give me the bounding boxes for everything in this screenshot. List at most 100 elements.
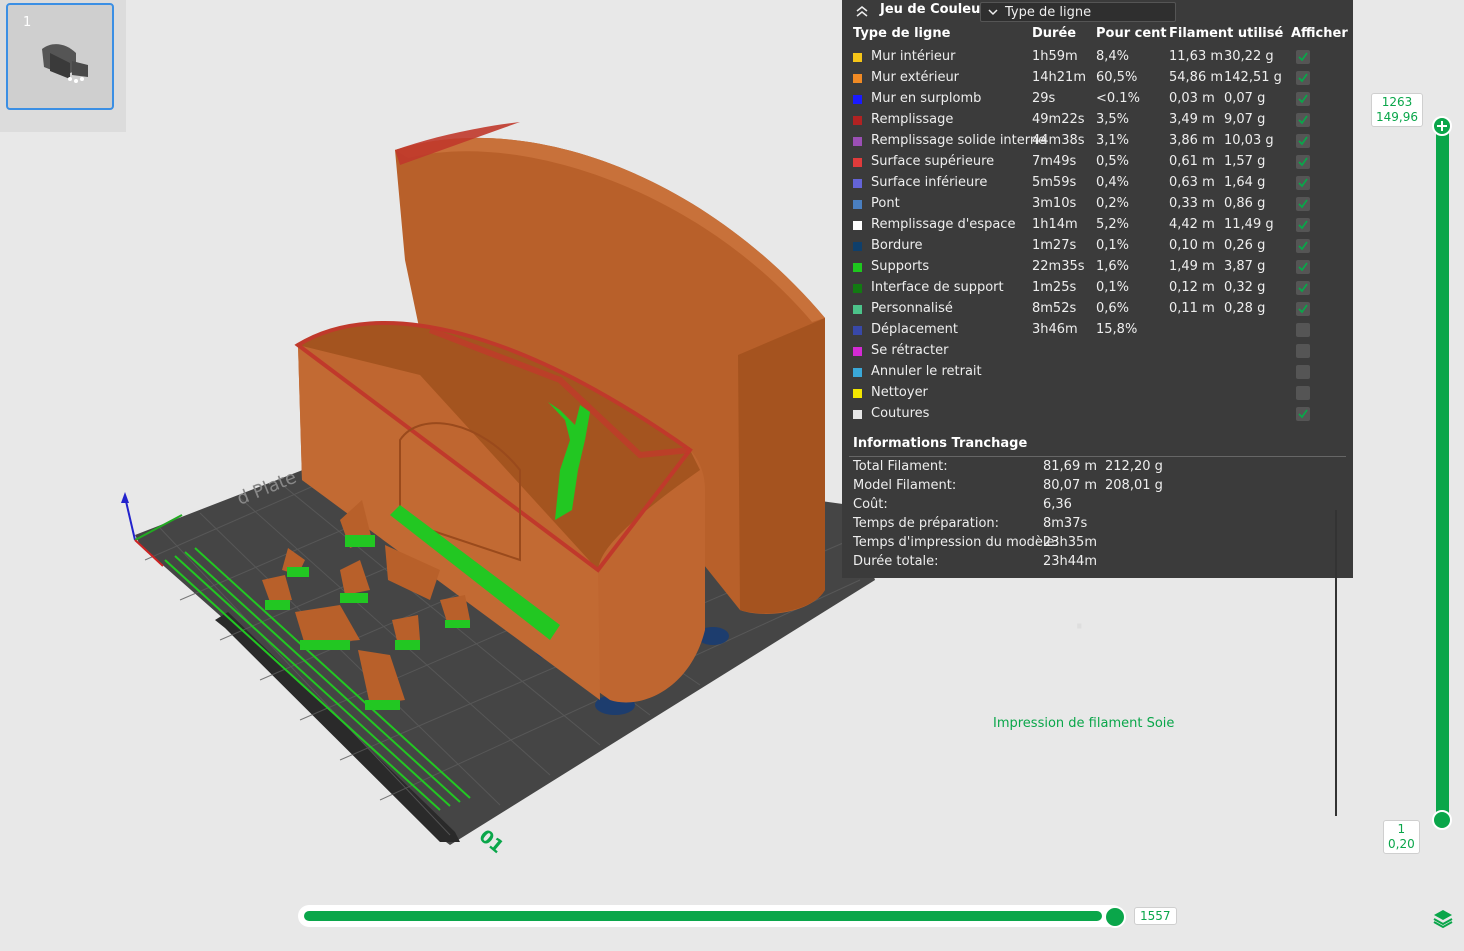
legend-title: Jeu de Couleur bbox=[880, 2, 987, 17]
show-checkbox[interactable] bbox=[1296, 218, 1310, 232]
collapse-icon[interactable] bbox=[855, 4, 869, 18]
show-checkbox[interactable] bbox=[1296, 323, 1310, 337]
checkmark-icon bbox=[1298, 304, 1308, 314]
show-checkbox[interactable] bbox=[1296, 407, 1310, 421]
checkmark-icon bbox=[1298, 157, 1308, 167]
plate-list-panel: 1 bbox=[0, 0, 126, 132]
show-checkbox[interactable] bbox=[1296, 134, 1310, 148]
info-value-1: 80,07 m bbox=[1043, 478, 1098, 493]
plus-icon bbox=[1437, 121, 1447, 131]
color-swatch bbox=[853, 53, 862, 62]
top-layer-height: 149,96 bbox=[1376, 110, 1418, 124]
info-value-1: 23h44m bbox=[1043, 554, 1097, 569]
line-type-name: Se rétracter bbox=[871, 343, 949, 358]
legend-row: Remplissage solide interne 44m38s 3,1% 3,86… bbox=[842, 131, 1353, 152]
checkmark-icon bbox=[1298, 262, 1308, 272]
info-label: Total Filament: bbox=[853, 459, 948, 474]
color-swatch bbox=[853, 347, 862, 356]
top-layer-number: 1263 bbox=[1381, 95, 1413, 109]
legend-row: Interface de support 1m25s 0,1% 0,12 m 0,32 … bbox=[842, 278, 1353, 299]
line-type-name: Remplissage bbox=[871, 112, 954, 127]
show-checkbox[interactable] bbox=[1296, 71, 1310, 85]
show-checkbox[interactable] bbox=[1296, 386, 1310, 400]
info-label: Model Filament: bbox=[853, 478, 957, 493]
color-swatch bbox=[853, 179, 862, 188]
legend-row: Supports 22m35s 1,6% 1,49 m 3,87 g bbox=[842, 257, 1353, 278]
checkmark-icon bbox=[1298, 115, 1308, 125]
show-checkbox[interactable] bbox=[1296, 197, 1310, 211]
line-type-name: Surface inférieure bbox=[871, 175, 988, 190]
filament-weight-value: 0,07 g bbox=[1224, 91, 1266, 106]
show-checkbox[interactable] bbox=[1296, 239, 1310, 253]
line-type-name: Surface supérieure bbox=[871, 154, 995, 169]
info-value-1: 6,36 bbox=[1043, 497, 1072, 512]
duration-value: 5m59s bbox=[1032, 175, 1077, 190]
layer-range-slider[interactable] bbox=[1436, 118, 1449, 824]
filament-weight-value: 3,87 g bbox=[1224, 259, 1266, 274]
duration-value: 22m35s bbox=[1032, 259, 1085, 274]
duration-value: 44m38s bbox=[1032, 133, 1085, 148]
info-value-2: 212,20 g bbox=[1105, 459, 1163, 474]
filament-weight-value: 0,28 g bbox=[1224, 301, 1266, 316]
color-swatch bbox=[853, 305, 862, 314]
show-checkbox[interactable] bbox=[1296, 50, 1310, 64]
slicing-info-row: Temps d'impression du modèle: 23h35m bbox=[842, 535, 1353, 554]
info-label: Temps d'impression du modèle: bbox=[853, 535, 1059, 550]
line-type-name: Annuler le retrait bbox=[871, 364, 982, 379]
filament-length-value: 11,63 m bbox=[1169, 49, 1224, 64]
move-slider[interactable] bbox=[298, 905, 1124, 927]
color-swatch bbox=[853, 158, 862, 167]
view-mode-value: Type de ligne bbox=[1005, 5, 1092, 20]
bottom-layer-handle[interactable] bbox=[1432, 810, 1452, 830]
filament-length-value: 0,63 m bbox=[1169, 175, 1215, 190]
slicing-info-row: Temps de préparation: 8m37s bbox=[842, 516, 1353, 535]
filament-weight-value: 1,57 g bbox=[1224, 154, 1266, 169]
show-checkbox[interactable] bbox=[1296, 344, 1310, 358]
column-header-duration: Durée bbox=[1032, 26, 1077, 41]
duration-value: 1h59m bbox=[1032, 49, 1078, 64]
show-checkbox[interactable] bbox=[1296, 176, 1310, 190]
show-checkbox[interactable] bbox=[1296, 92, 1310, 106]
slider-guide-line bbox=[1335, 510, 1337, 816]
checkmark-icon bbox=[1298, 283, 1308, 293]
line-type-name: Remplissage d'espace bbox=[871, 217, 1016, 232]
filament-length-value: 3,86 m bbox=[1169, 133, 1215, 148]
line-type-name: Supports bbox=[871, 259, 930, 274]
column-header-show: Afficher bbox=[1291, 26, 1348, 41]
slicing-info-row: Coût: 6,36 bbox=[842, 497, 1353, 516]
line-type-name: Pont bbox=[871, 196, 900, 211]
show-checkbox[interactable] bbox=[1296, 155, 1310, 169]
show-checkbox[interactable] bbox=[1296, 260, 1310, 274]
show-checkbox[interactable] bbox=[1296, 113, 1310, 127]
legend-row: Déplacement 3h46m 15,8% bbox=[842, 320, 1353, 341]
info-value-1: 81,69 m bbox=[1043, 459, 1098, 474]
percent-value: 0,6% bbox=[1096, 301, 1130, 316]
legend-row: Mur extérieur 14h21m 60,5% 54,86 m 142,51 g bbox=[842, 68, 1353, 89]
view-mode-select[interactable]: Type de ligne bbox=[980, 2, 1176, 22]
show-checkbox[interactable] bbox=[1296, 365, 1310, 379]
show-checkbox[interactable] bbox=[1296, 281, 1310, 295]
legend-row: Surface supérieure 7m49s 0,5% 0,61 m 1,57 g bbox=[842, 152, 1353, 173]
checkmark-icon bbox=[1298, 241, 1308, 251]
checkmark-icon bbox=[1298, 136, 1308, 146]
top-layer-handle[interactable] bbox=[1432, 116, 1452, 136]
filament-weight-value: 0,32 g bbox=[1224, 280, 1266, 295]
color-swatch bbox=[853, 95, 862, 104]
legend-row: Coutures bbox=[842, 404, 1353, 425]
line-type-name: Interface de support bbox=[871, 280, 1004, 295]
filament-length-value: 0,12 m bbox=[1169, 280, 1215, 295]
move-slider-handle[interactable] bbox=[1104, 906, 1126, 928]
column-header-line-type: Type de ligne bbox=[853, 26, 951, 41]
duration-value: 1m25s bbox=[1032, 280, 1077, 295]
show-checkbox[interactable] bbox=[1296, 302, 1310, 316]
filament-length-value: 1,49 m bbox=[1169, 259, 1215, 274]
plate-thumbnail[interactable]: 1 bbox=[6, 3, 114, 110]
layers-icon[interactable] bbox=[1432, 907, 1454, 929]
bottom-layer-height: 0,20 bbox=[1388, 837, 1415, 851]
divider bbox=[849, 456, 1346, 457]
info-value-1: 23h35m bbox=[1043, 535, 1097, 550]
slicing-info-title: Informations Tranchage bbox=[853, 436, 1028, 451]
move-slider-value: 1557 bbox=[1134, 907, 1177, 925]
legend-row: Personnalisé 8m52s 0,6% 0,11 m 0,28 g bbox=[842, 299, 1353, 320]
percent-value: 3,5% bbox=[1096, 112, 1130, 127]
